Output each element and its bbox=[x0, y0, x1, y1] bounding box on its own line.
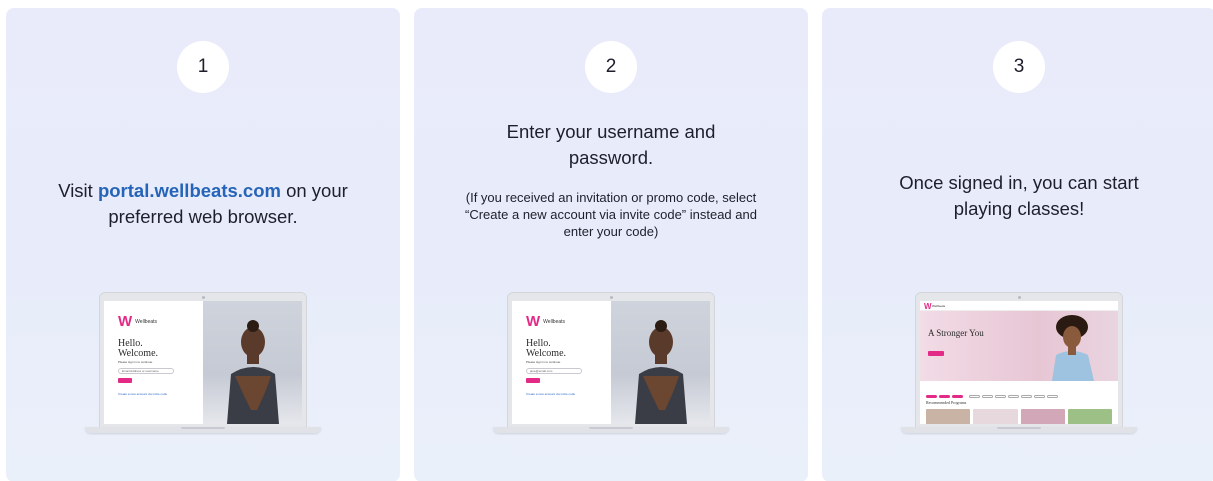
step-1-instructions: Visit portal.wellbeats.com on your prefe… bbox=[26, 178, 380, 230]
login-screen-preview: W Wellbeats Hello. Welcome. Please sign i… bbox=[104, 301, 302, 424]
next-button bbox=[118, 378, 132, 383]
smiling-woman-photo bbox=[1052, 315, 1094, 381]
invite-code-link: Create a new account via invite code bbox=[526, 392, 576, 396]
username-field: Email Address or username bbox=[118, 368, 174, 374]
next-button bbox=[526, 378, 540, 383]
laptop-illustration: W Wellbeats A Stronger You Recommended P… bbox=[901, 292, 1137, 438]
hero-heading: A Stronger You bbox=[928, 328, 984, 338]
step-card-2: 2 Enter your username and password. (If … bbox=[414, 8, 808, 481]
step-card-1: 1 Visit portal.wellbeats.com on your pre… bbox=[6, 8, 400, 481]
step-card-3: 3 Once signed in, you can start playing … bbox=[822, 8, 1213, 481]
camera-dot bbox=[609, 296, 613, 299]
portal-nav-bar: W Wellbeats bbox=[920, 301, 1118, 311]
dashboard-screen-preview: W Wellbeats A Stronger You Recommended P… bbox=[920, 301, 1118, 424]
welcome-heading: Welcome. bbox=[526, 348, 567, 359]
step-2-instructions: Enter your username and password. bbox=[506, 121, 716, 168]
laptop-illustration: W Wellbeats Hello. Welcome. Please sign i… bbox=[493, 292, 729, 438]
athlete-photo bbox=[203, 301, 302, 424]
step-3-instructions: Once signed in, you can start playing cl… bbox=[899, 172, 1139, 219]
filter-chips bbox=[926, 385, 1112, 398]
step-number-badge: 3 bbox=[993, 41, 1045, 93]
invite-code-note: (If you received an invitation or promo … bbox=[465, 190, 757, 239]
step-1-text-prefix: Visit bbox=[58, 180, 98, 201]
laptop-illustration: W Wellbeats Hello. Welcome. Please sign i… bbox=[85, 292, 321, 438]
welcome-heading: Welcome. bbox=[118, 348, 159, 359]
signin-subtitle: Please sign in to continue. bbox=[526, 360, 562, 364]
wellbeats-logo: W Wellbeats bbox=[526, 313, 566, 330]
camera-dot bbox=[1017, 296, 1021, 299]
step-number-badge: 1 bbox=[177, 41, 229, 93]
portal-link[interactable]: portal.wellbeats.com bbox=[98, 180, 281, 201]
hero-cta-button bbox=[928, 351, 944, 356]
login-screen-preview: W Wellbeats Hello. Welcome. Please sign i… bbox=[512, 301, 710, 424]
program-thumbnails bbox=[926, 409, 1112, 424]
wellbeats-logo: W Wellbeats bbox=[118, 313, 158, 330]
step-number-badge: 2 bbox=[585, 41, 637, 93]
signin-subtitle: Please sign in to continue. bbox=[118, 360, 154, 364]
athlete-photo bbox=[611, 301, 710, 424]
hero-banner: A Stronger You bbox=[920, 311, 1118, 381]
invite-code-link: Create a new account via invite code bbox=[118, 392, 168, 396]
recommended-programs-heading: Recommended Programs bbox=[926, 400, 967, 405]
username-field: jane@email.com bbox=[526, 368, 582, 374]
camera-dot bbox=[201, 296, 205, 299]
